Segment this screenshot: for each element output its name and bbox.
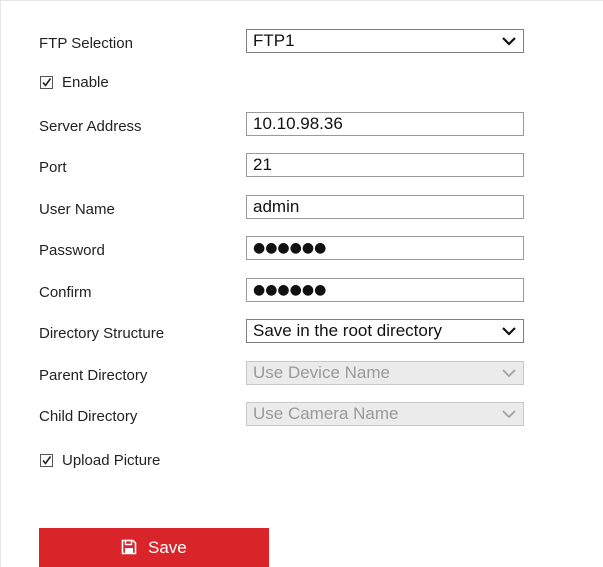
- save-button[interactable]: Save: [39, 528, 269, 567]
- checkmark-icon: [42, 78, 52, 87]
- row-upload-picture: Upload Picture: [0, 448, 603, 478]
- ftp-selection-label: FTP Selection: [39, 35, 133, 52]
- port-label: Port: [39, 159, 67, 176]
- chevron-down-icon: [502, 327, 516, 336]
- save-button-label: Save: [148, 538, 187, 557]
- child-directory-dropdown: Use Camera Name: [246, 402, 524, 426]
- row-user-name: User Name admin: [0, 195, 603, 225]
- row-confirm: Confirm ●●●●●●: [0, 278, 603, 308]
- parent-directory-label: Parent Directory: [39, 367, 148, 384]
- port-input[interactable]: 21: [246, 153, 524, 177]
- upload-picture-checkbox[interactable]: [40, 454, 53, 467]
- chevron-down-icon: [502, 37, 516, 46]
- directory-structure-dropdown[interactable]: Save in the root directory: [246, 319, 524, 343]
- confirm-label: Confirm: [39, 284, 92, 301]
- save-button-content: Save: [39, 528, 269, 567]
- row-directory-structure: Directory Structure Save in the root dir…: [0, 319, 603, 349]
- chevron-down-icon: [502, 369, 516, 378]
- password-label: Password: [39, 242, 105, 259]
- checkmark-icon: [42, 456, 52, 465]
- upload-picture-label: Upload Picture: [62, 452, 161, 469]
- child-directory-label: Child Directory: [39, 408, 138, 425]
- ftp-selection-value: FTP1: [253, 31, 295, 50]
- server-address-label: Server Address: [39, 118, 142, 135]
- row-password: Password ●●●●●●: [0, 236, 603, 266]
- confirm-password-input[interactable]: ●●●●●●: [246, 278, 524, 302]
- row-server-address: Server Address 10.10.98.36: [0, 112, 603, 142]
- row-child-directory: Child Directory Use Camera Name: [0, 402, 603, 432]
- directory-structure-value: Save in the root directory: [253, 321, 442, 340]
- ftp-selection-dropdown[interactable]: FTP1: [246, 29, 524, 53]
- directory-structure-label: Directory Structure: [39, 325, 165, 342]
- user-name-input[interactable]: admin: [246, 195, 524, 219]
- server-address-input[interactable]: 10.10.98.36: [246, 112, 524, 136]
- row-ftp-selection: FTP Selection FTP1: [0, 29, 603, 59]
- user-name-label: User Name: [39, 201, 115, 218]
- row-parent-directory: Parent Directory Use Device Name: [0, 361, 603, 391]
- enable-label: Enable: [62, 74, 109, 91]
- password-input[interactable]: ●●●●●●: [246, 236, 524, 260]
- parent-directory-dropdown: Use Device Name: [246, 361, 524, 385]
- row-enable: Enable: [0, 70, 603, 100]
- row-port: Port 21: [0, 153, 603, 183]
- enable-checkbox[interactable]: [40, 76, 53, 89]
- floppy-disk-icon: [121, 539, 137, 555]
- parent-directory-value: Use Device Name: [253, 363, 390, 382]
- chevron-down-icon: [502, 410, 516, 419]
- child-directory-value: Use Camera Name: [253, 404, 399, 423]
